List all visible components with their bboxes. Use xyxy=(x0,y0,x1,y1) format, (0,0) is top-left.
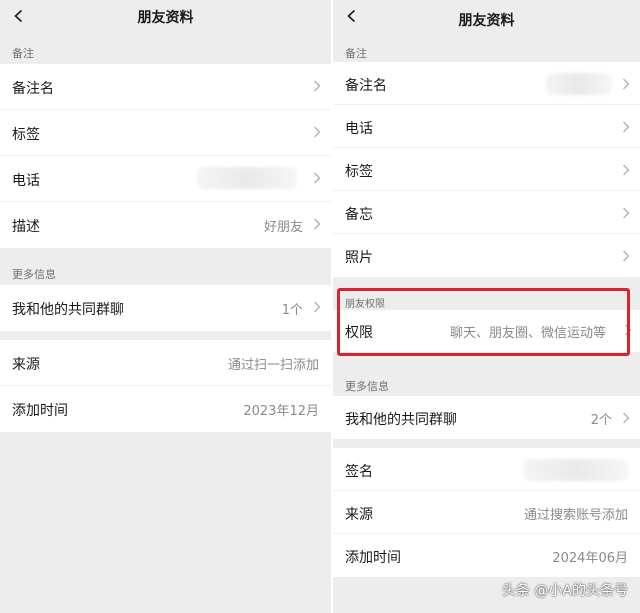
row-tags[interactable]: 标签 xyxy=(0,110,331,156)
row-common-groups[interactable]: 我和他的共同群聊 1个 xyxy=(0,285,331,331)
chevron-right-icon xyxy=(622,121,630,133)
chevron-right-icon xyxy=(622,412,630,424)
row-value: 1个 xyxy=(281,303,303,318)
remark-group: 备注名 标签 电话 描述 好朋友 xyxy=(0,64,331,248)
left-nav-bar: 朋友资料 xyxy=(0,0,331,34)
right-screen: 朋友资料 备注 备注名 电话 标签 备忘 照片 朋友权限 权限 聊天、朋友圈、微… xyxy=(333,0,640,613)
row-tags[interactable]: 标签 xyxy=(333,148,640,191)
section-header-remark: 备注 xyxy=(12,47,34,60)
chevron-right-icon xyxy=(313,126,321,138)
row-label: 照片 xyxy=(345,250,373,266)
row-value: 2个 xyxy=(590,413,612,428)
chevron-right-icon xyxy=(313,301,321,313)
row-remark-name[interactable]: 备注名 xyxy=(333,62,640,105)
row-source: 来源 通过搜索账号添加 xyxy=(333,491,640,534)
section-header-more-info: 更多信息 xyxy=(345,380,389,393)
row-label: 电话 xyxy=(12,173,40,189)
chevron-right-icon xyxy=(622,250,630,262)
row-label: 来源 xyxy=(345,507,373,523)
section-header-remark: 备注 xyxy=(345,47,367,60)
row-label: 标签 xyxy=(345,164,373,180)
row-label: 我和他的共同群聊 xyxy=(345,412,457,428)
row-label: 来源 xyxy=(12,357,40,373)
source-group: 来源 通过扫一扫添加 添加时间 2023年12月 xyxy=(0,340,331,432)
watermark: 头条 @小A的头条号 xyxy=(501,583,628,599)
row-memo[interactable]: 备忘 xyxy=(333,191,640,234)
row-label: 添加时间 xyxy=(345,550,401,566)
row-common-groups[interactable]: 我和他的共同群聊 2个 xyxy=(333,396,640,439)
page-title: 朋友资料 xyxy=(458,13,515,29)
blurred-remark-value xyxy=(546,73,612,95)
more-info-group: 我和他的共同群聊 1个 xyxy=(0,285,331,331)
row-phone[interactable]: 电话 xyxy=(0,156,331,202)
row-label: 备注名 xyxy=(12,81,54,97)
row-description[interactable]: 描述 好朋友 xyxy=(0,202,331,248)
chevron-right-icon xyxy=(313,80,321,92)
friend-permissions-section: 朋友权限 权限 聊天、朋友圈、微信运动等 xyxy=(333,288,640,356)
right-nav-bar: 朋友资料 xyxy=(333,0,640,34)
row-photos[interactable]: 照片 xyxy=(333,234,640,277)
row-label: 我和他的共同群聊 xyxy=(12,302,124,318)
row-value: 2023年12月 xyxy=(243,404,319,419)
more-info-group: 我和他的共同群聊 2个 xyxy=(333,396,640,439)
chevron-right-icon xyxy=(622,207,630,219)
left-screen: 朋友资料 备注 备注名 标签 电话 描述 好朋友 更多信息 我和他的共同群聊 1… xyxy=(0,0,331,613)
row-value: 好朋友 xyxy=(263,220,303,235)
chevron-right-icon xyxy=(622,78,630,90)
row-label: 电话 xyxy=(345,121,373,137)
blurred-signature-value xyxy=(524,459,628,481)
row-label: 签名 xyxy=(345,464,373,480)
row-label: 备忘 xyxy=(345,207,373,223)
row-source: 来源 通过扫一扫添加 xyxy=(0,340,331,386)
row-value: 2024年06月 xyxy=(552,551,628,566)
row-label: 备注名 xyxy=(345,78,387,94)
page-title: 朋友资料 xyxy=(137,10,194,26)
row-phone[interactable]: 电话 xyxy=(333,105,640,148)
row-label: 标签 xyxy=(12,127,40,143)
remark-group: 备注名 电话 标签 备忘 照片 xyxy=(333,62,640,277)
row-label: 添加时间 xyxy=(12,403,68,419)
row-value: 通过扫一扫添加 xyxy=(227,358,319,373)
chevron-right-icon xyxy=(313,172,321,184)
row-label: 描述 xyxy=(12,219,40,235)
row-added-time: 添加时间 2024年06月 xyxy=(333,534,640,577)
section-header-more-info: 更多信息 xyxy=(12,268,56,281)
row-remark-name[interactable]: 备注名 xyxy=(0,64,331,110)
blurred-phone-value xyxy=(197,167,297,189)
row-value: 通过搜索账号添加 xyxy=(523,508,628,523)
highlight-box xyxy=(337,288,630,356)
row-signature: 签名 xyxy=(333,448,640,491)
signature-source-group: 签名 来源 通过搜索账号添加 添加时间 2024年06月 xyxy=(333,448,640,577)
chevron-right-icon xyxy=(622,164,630,176)
row-added-time: 添加时间 2023年12月 xyxy=(0,386,331,432)
chevron-right-icon xyxy=(313,218,321,230)
